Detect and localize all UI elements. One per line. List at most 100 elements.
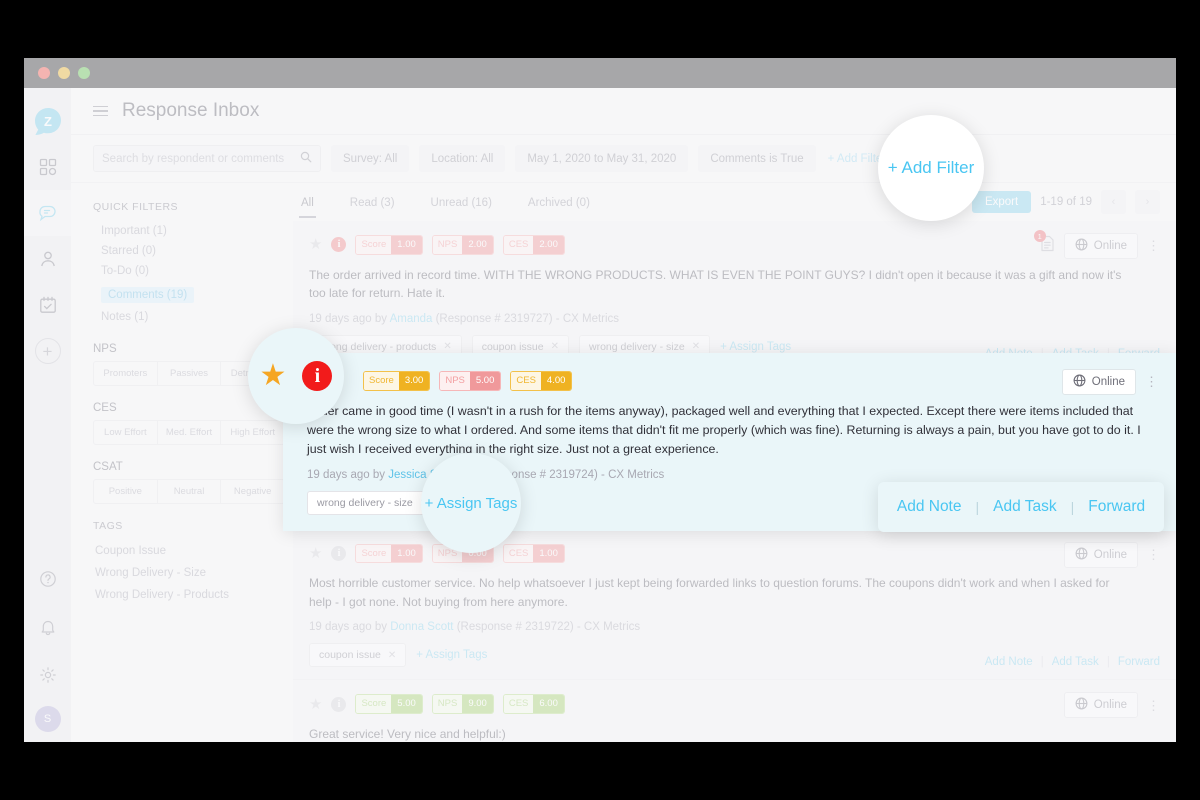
response-card[interactable]: ★ i Score 1.00 NPS 0.00 CES 1.00 Online …: [293, 529, 1176, 681]
channel-label: Online: [1093, 548, 1127, 561]
card-menu-button[interactable]: ⋮: [1147, 239, 1160, 252]
sidebar-item-tasks[interactable]: [24, 282, 71, 328]
response-card[interactable]: ★ i Score 1.00 NPS 2.00 CES 2.00 1 Onlin…: [293, 221, 1176, 372]
filter-chip-location[interactable]: Location: All: [419, 145, 506, 172]
window-minimize-button[interactable]: [58, 67, 70, 79]
ces-option-low[interactable]: Low Effort: [94, 421, 158, 444]
channel-badge[interactable]: Online: [1063, 233, 1138, 259]
sidebar-tag-wrong-delivery-size[interactable]: Wrong Delivery - Size: [93, 562, 293, 584]
person-icon: [39, 250, 57, 268]
quick-filter-comments[interactable]: Comments (19): [101, 287, 195, 303]
app-logo[interactable]: Z: [24, 100, 71, 144]
tag-pill[interactable]: coupon issue ✕: [309, 643, 407, 668]
filter-chip-survey[interactable]: Survey: All: [331, 145, 410, 172]
channel-badge[interactable]: Online: [1063, 692, 1138, 719]
card-header: Score 3.00 NPS 5.00 CES 4.00: [307, 371, 1156, 391]
callout-add-filter-label[interactable]: + Add Filter: [888, 158, 974, 178]
search-input[interactable]: Search by respondent or comments: [93, 145, 321, 172]
quick-filter-important[interactable]: Important (1): [93, 221, 293, 241]
card-menu-button[interactable]: ⋮: [1147, 548, 1160, 561]
globe-icon: [1075, 238, 1088, 254]
star-icon[interactable]: ★: [309, 546, 322, 561]
tags-group: TAGS Coupon Issue Wrong Delivery - Size …: [93, 520, 293, 606]
star-icon[interactable]: ★: [309, 237, 322, 252]
respondent-name[interactable]: Donna Scott: [390, 621, 453, 633]
sidebar-tag-coupon-issue[interactable]: Coupon Issue: [93, 540, 293, 562]
quick-filter-notes[interactable]: Notes (1): [93, 307, 293, 327]
star-icon[interactable]: ★: [260, 361, 287, 391]
callout-assign-tags-label[interactable]: + Assign Tags: [425, 495, 518, 512]
settings-button[interactable]: [24, 652, 71, 698]
segmented-control-csat: Positive Neutral Negative: [93, 479, 285, 504]
sidebar-tag-wrong-delivery-products[interactable]: Wrong Delivery - Products: [93, 584, 293, 606]
response-card[interactable]: ★ i Score 5.00 NPS 9.00 CES 6.00 Online …: [293, 680, 1176, 742]
add-note-button[interactable]: Add Note: [985, 656, 1033, 668]
respondent-name[interactable]: Amanda: [390, 313, 433, 325]
remove-tag-icon[interactable]: ✕: [551, 341, 559, 352]
tab-unread[interactable]: Unread (16): [429, 187, 494, 218]
nps-option-promoters[interactable]: Promoters: [94, 362, 158, 385]
window-close-button[interactable]: [38, 67, 50, 79]
page-title: Response Inbox: [122, 100, 260, 121]
ces-option-high[interactable]: High Effort: [221, 421, 284, 444]
filters-sidebar: QUICK FILTERS Important (1) Starred (0) …: [71, 183, 293, 742]
quick-filter-todo[interactable]: To-Do (0): [93, 261, 293, 281]
note-icon[interactable]: 1: [1033, 230, 1055, 257]
add-task-button[interactable]: Add Task: [1052, 656, 1099, 668]
sidebar-item-dashboard[interactable]: [24, 144, 71, 190]
info-icon[interactable]: i: [331, 696, 347, 712]
hamburger-icon[interactable]: [93, 105, 108, 117]
sidebar-item-responses[interactable]: [24, 190, 71, 236]
assign-tags-button[interactable]: + Assign Tags: [720, 341, 791, 353]
info-icon[interactable]: i: [302, 361, 333, 391]
card-menu-button[interactable]: ⋮: [1145, 375, 1158, 388]
screenshot-stage: Z + S Response Inbox Search by responden…: [0, 0, 1200, 800]
csat-option-negative[interactable]: Negative: [221, 480, 284, 503]
prev-page-button[interactable]: ‹: [1101, 190, 1126, 214]
csat-option-neutral[interactable]: Neutral: [158, 480, 222, 503]
tab-read[interactable]: Read (3): [348, 187, 397, 218]
filter-chip-daterange[interactable]: May 1, 2020 to May 31, 2020: [515, 145, 689, 172]
avatar[interactable]: S: [34, 706, 61, 732]
nps-badge-value: 9.00: [462, 695, 493, 713]
export-button[interactable]: Export: [971, 191, 1032, 213]
channel-badge[interactable]: Online: [1063, 541, 1138, 568]
tab-all[interactable]: All: [299, 187, 316, 218]
nps-option-passives[interactable]: Passives: [158, 362, 222, 385]
tab-archived[interactable]: Archived (0): [526, 187, 592, 218]
callout-add-task-button[interactable]: Add Task: [993, 498, 1056, 516]
card-actions: Add Note | Add Task | Forward: [985, 656, 1160, 668]
left-nav-rail: Z + S: [24, 88, 71, 742]
score-badge: Score 3.00: [363, 371, 431, 391]
remove-tag-icon[interactable]: ✕: [388, 650, 396, 661]
help-button[interactable]: [24, 556, 71, 602]
sidebar-item-contacts[interactable]: [24, 236, 71, 282]
callout-icon-row: ★ i: [260, 361, 333, 391]
notifications-button[interactable]: [24, 604, 71, 650]
window-maximize-button[interactable]: [78, 67, 90, 79]
filter-chip-comments[interactable]: Comments is True: [698, 145, 816, 172]
star-icon[interactable]: ★: [309, 697, 322, 712]
assign-tags-button[interactable]: + Assign Tags: [416, 649, 487, 661]
action-separator: |: [1070, 499, 1075, 515]
csat-option-positive[interactable]: Positive: [94, 480, 158, 503]
callout-forward-button[interactable]: Forward: [1088, 498, 1145, 516]
tag-label: wrong delivery - size: [317, 497, 413, 510]
remove-tag-icon[interactable]: ✕: [692, 341, 700, 352]
callout-add-note-button[interactable]: Add Note: [897, 498, 962, 516]
score-badge: Score 1.00: [355, 235, 423, 255]
info-icon[interactable]: i: [331, 545, 347, 561]
nps-badge-key: NPS: [432, 236, 463, 254]
remove-tag-icon[interactable]: ✕: [443, 341, 451, 352]
card-menu-button[interactable]: ⋮: [1147, 699, 1160, 712]
channel-label: Online: [1093, 699, 1127, 712]
channel-label: Online: [1091, 376, 1125, 388]
quick-filter-starred[interactable]: Starred (0): [93, 241, 293, 261]
tag-pill[interactable]: wrong delivery - size✕: [307, 491, 439, 516]
channel-badge[interactable]: Online: [1061, 369, 1136, 395]
next-page-button[interactable]: ›: [1135, 190, 1160, 214]
ces-option-med[interactable]: Med. Effort: [158, 421, 222, 444]
info-icon[interactable]: i: [331, 237, 347, 253]
forward-button[interactable]: Forward: [1118, 656, 1160, 668]
add-button[interactable]: +: [34, 338, 61, 364]
